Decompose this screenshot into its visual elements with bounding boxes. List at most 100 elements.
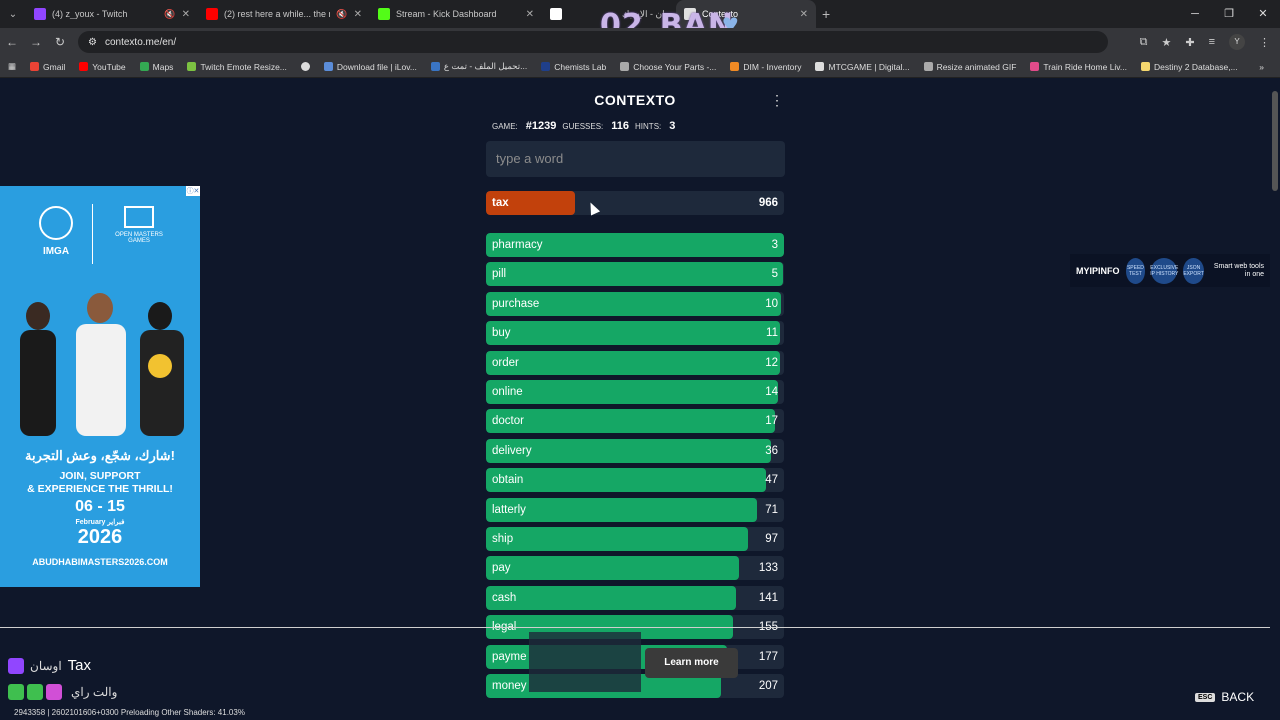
last-guess-word: tax: [492, 197, 509, 209]
bookmark-twitch-emote[interactable]: Twitch Emote Resize...: [187, 62, 287, 72]
bookmarks-bar: ▦ Gmail YouTube Maps Twitch Emote Resize…: [0, 56, 1280, 78]
guess-rank: 5: [771, 268, 778, 280]
imga-logo: IMGA: [26, 206, 86, 257]
guess-word: online: [492, 386, 523, 398]
bookmark-chemists-lab[interactable]: Chemists Lab: [541, 62, 606, 72]
bookmark-label: Gmail: [43, 61, 66, 72]
destiny-icon: [1141, 62, 1151, 71]
gift-badge-icon: [27, 684, 43, 700]
forward-arrow-icon[interactable]: →: [24, 35, 48, 49]
bookmark-label: Resize animated GIF: [936, 61, 1017, 72]
guess-word: buy: [492, 327, 511, 339]
ad-year: 2026: [77, 526, 123, 548]
kick-favicon-icon: [378, 8, 390, 20]
similarity-bar: [486, 527, 748, 551]
bookmark-maps[interactable]: Maps: [139, 61, 174, 72]
tab-twitch[interactable]: (4) z_youx - Twitch 🔇 ✕: [26, 0, 198, 28]
ad-url: ABUDHABIMASTERS2026.COM: [32, 557, 168, 567]
bookmark-label: Maps: [152, 61, 174, 72]
dim-icon: [730, 62, 740, 71]
bookmark-destiny[interactable]: Destiny 2 Database,...: [1141, 62, 1238, 72]
tier-badge-icon: [46, 684, 62, 700]
tab-search-icon[interactable]: ⌄: [0, 0, 26, 28]
tab-kick[interactable]: Stream - Kick Dashboard ✕: [370, 0, 542, 28]
learn-more-button[interactable]: Learn more: [645, 648, 738, 678]
url-field[interactable]: ⚙ contexto.me/en/: [78, 31, 1108, 53]
site-info-icon[interactable]: ⚙: [88, 37, 97, 48]
guess-row: pharmacy 3: [486, 233, 784, 257]
scrollbar[interactable]: [1270, 79, 1280, 720]
guesses-label: GUESSES:: [562, 122, 604, 131]
bottom-ad-thumbnail[interactable]: [529, 632, 641, 692]
back-prompt[interactable]: ESC BACK: [1195, 690, 1254, 704]
youtube-favicon-icon: [206, 8, 218, 20]
chemists-icon: [541, 62, 551, 71]
options-menu-icon[interactable]: ⋮: [770, 92, 784, 109]
bookmark-label: DIM - Inventory: [743, 61, 802, 72]
guess-rank: 11: [766, 327, 778, 339]
guess-rank: 14: [765, 386, 778, 398]
close-icon[interactable]: ✕: [800, 9, 808, 20]
tab-youtube[interactable]: (2) rest here a while... the rain w 🔇 ✕: [198, 0, 370, 28]
guess-word: purchase: [492, 298, 540, 310]
restore-icon[interactable]: ❐: [1212, 0, 1246, 28]
minimize-icon[interactable]: ─: [1178, 0, 1212, 28]
bookmark-globe[interactable]: [300, 62, 310, 71]
athletes-image: [20, 293, 184, 436]
open-masters-text: OPEN MASTERS GAMES: [115, 232, 163, 244]
chat-text: Tax: [67, 657, 91, 674]
bookmark-resize-gif[interactable]: Resize animated GIF: [923, 61, 1017, 72]
ad-close-icon[interactable]: ⓘ✕: [186, 186, 200, 196]
tab-title: (4) z_youx - Twitch: [52, 9, 128, 19]
new-tab-icon[interactable]: +: [822, 6, 830, 22]
guess-row: purchase 10: [486, 292, 784, 316]
bookmark-youtube[interactable]: YouTube: [79, 62, 126, 72]
more-bookmarks-icon[interactable]: »: [1259, 62, 1264, 72]
guess-word: pay: [492, 562, 511, 574]
bookmark-choose-parts[interactable]: Choose Your Parts -...: [620, 62, 716, 72]
bookmark-gmail[interactable]: Gmail: [30, 62, 65, 72]
media-icon[interactable]: ≡: [1209, 36, 1215, 48]
guess-row: obtain 47: [486, 468, 784, 492]
close-icon[interactable]: ✕: [526, 9, 534, 20]
mute-icon[interactable]: 🔇: [164, 9, 175, 20]
guess-word: pill: [492, 268, 507, 280]
ip-history-badge: EXCLUSIVE IP HISTORY: [1150, 257, 1178, 284]
bookmark-mtcgame[interactable]: MTCGAME | Digital...: [815, 62, 910, 72]
guess-rank: 97: [765, 533, 778, 545]
mute-icon[interactable]: 🔇: [336, 9, 347, 20]
guess-row: buy 11: [486, 321, 784, 345]
globe-icon: [300, 62, 310, 71]
myipinfo-tagline: Smart web tools in one: [1213, 262, 1264, 278]
myipinfo-banner[interactable]: MYIPINFO SPEED TEST EXCLUSIVE IP HISTORY…: [1070, 254, 1270, 287]
back-arrow-icon[interactable]: ←: [0, 35, 24, 49]
scrollbar-thumb[interactable]: [1272, 91, 1278, 191]
tab-title: Stream - Kick Dashboard: [396, 9, 497, 19]
bookmark-train-ride[interactable]: Train Ride Home Liv...: [1030, 62, 1127, 72]
close-window-icon[interactable]: ✕: [1246, 0, 1280, 28]
bookmark-arabic-download[interactable]: تحميل الملف - تمت ع...: [430, 61, 527, 72]
contexto-logo[interactable]: CONTEXTO: [485, 92, 785, 108]
reload-icon[interactable]: ↻: [48, 35, 72, 49]
close-icon[interactable]: ✕: [354, 9, 362, 20]
extensions-icon[interactable]: ✚: [1185, 36, 1194, 49]
close-icon[interactable]: ✕: [182, 9, 190, 20]
guess-word: latterly: [492, 504, 526, 516]
bookmark-dim[interactable]: DIM - Inventory: [730, 62, 801, 72]
bookmark-ilove[interactable]: Download file | iLov...: [323, 62, 417, 72]
chat-username: والت راي: [71, 685, 118, 699]
apps-icon[interactable]: ▦: [8, 61, 16, 72]
ad-join-text: JOIN, SUPPORT & EXPERIENCE THE THRILL!: [27, 470, 173, 495]
similarity-bar: [486, 351, 780, 375]
bookmark-star-icon[interactable]: ★: [1161, 36, 1171, 49]
install-icon[interactable]: ⧉: [1140, 36, 1148, 49]
guess-row: cash 141: [486, 586, 784, 610]
game-label: GAME:: [492, 122, 518, 131]
word-input[interactable]: type a word: [486, 141, 785, 177]
advertisement-banner[interactable]: ⓘ✕ IMGA OPEN MASTERS GAMES شارك، شجّع، و…: [0, 186, 200, 587]
imga-text: IMGA: [42, 246, 70, 257]
youtube-icon: [79, 62, 89, 71]
menu-icon[interactable]: ⋮: [1259, 36, 1270, 49]
open-masters-logo: OPEN MASTERS GAMES: [104, 206, 174, 244]
profile-avatar[interactable]: Y: [1229, 34, 1245, 50]
